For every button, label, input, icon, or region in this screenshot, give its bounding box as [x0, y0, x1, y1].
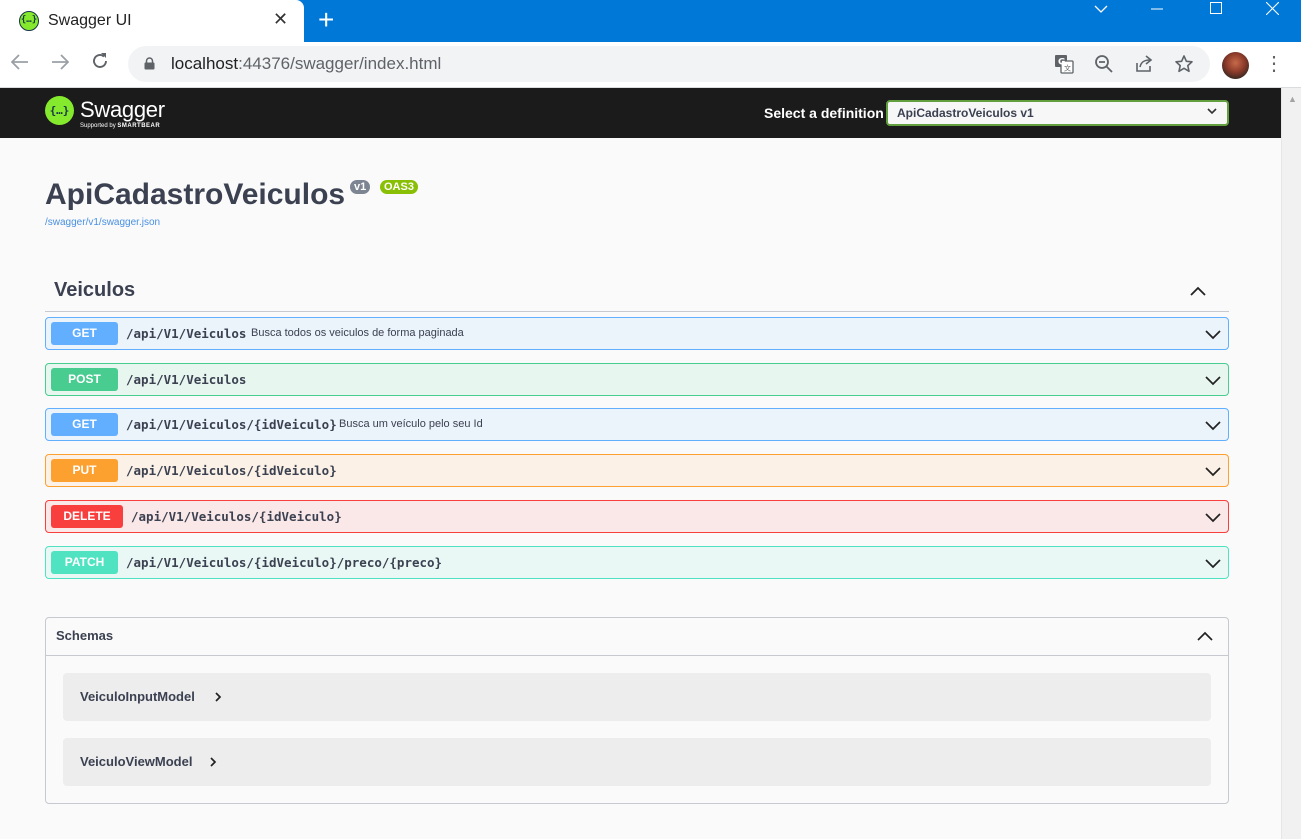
- model-veiculo-view[interactable]: VeiculoViewModel: [63, 738, 1211, 786]
- operation-path: /api/V1/Veiculos: [126, 372, 247, 387]
- minimize-icon[interactable]: [1134, 0, 1180, 30]
- operation-path: /api/V1/Veiculos/{idVeiculo}: [126, 417, 337, 432]
- zoom-out-icon[interactable]: [1093, 54, 1115, 76]
- scroll-up-arrow-icon[interactable]: ▲: [1288, 94, 1297, 104]
- operation-put-veiculo[interactable]: PUT /api/V1/Veiculos/{idVeiculo}: [45, 454, 1229, 487]
- swagger-logo-icon[interactable]: {…}: [45, 96, 74, 125]
- method-badge: PATCH: [51, 551, 118, 574]
- schemas-header[interactable]: Schemas: [46, 618, 1228, 656]
- chevron-down-icon: [1207, 108, 1217, 115]
- share-icon[interactable]: [1133, 54, 1155, 76]
- schemas-section: Schemas VeiculoInputModel VeiculoViewMod…: [45, 617, 1229, 804]
- oas-badge: OAS3: [380, 180, 418, 194]
- definition-select[interactable]: ApiCadastroVeiculos v1: [886, 100, 1229, 126]
- chevron-right-icon: [215, 692, 222, 702]
- tag-divider: [45, 311, 1229, 312]
- chevron-right-icon: [210, 757, 217, 767]
- browser-tab[interactable]: {…} Swagger UI ✕: [0, 0, 304, 42]
- swagger-logo-subtitle: Supported by SMARTBEAR: [80, 123, 161, 129]
- tag-title[interactable]: Veiculos: [54, 279, 135, 302]
- definition-select-value: ApiCadastroVeiculos v1: [897, 106, 1034, 120]
- bookmark-star-icon[interactable]: [1173, 54, 1195, 76]
- swagger-logo-text[interactable]: Swagger: [80, 97, 165, 123]
- lock-icon: [144, 57, 155, 70]
- browser-toolbar: localhost:44376/swagger/index.html G文 ⋮: [0, 42, 1301, 88]
- chevron-up-icon[interactable]: [1196, 628, 1214, 646]
- operation-summary: Busca um veículo pelo seu Id: [339, 418, 483, 430]
- operation-delete-veiculo[interactable]: DELETE /api/V1/Veiculos/{idVeiculo}: [45, 500, 1229, 533]
- chevron-down-icon: [1205, 376, 1221, 386]
- vertical-scrollbar[interactable]: ▲: [1281, 88, 1301, 839]
- chevron-down-icon: [1205, 559, 1221, 569]
- url-text: localhost:44376/swagger/index.html: [171, 54, 442, 73]
- reload-icon[interactable]: [86, 50, 114, 78]
- swagger-topbar: {…} Swagger Supported by SMARTBEAR Selec…: [0, 88, 1281, 138]
- operation-path: /api/V1/Veiculos/{idVeiculo}/preco/{prec…: [126, 555, 443, 570]
- swagger-favicon-icon: {…}: [19, 11, 39, 31]
- chevron-down-icon: [1205, 330, 1221, 340]
- close-tab-icon[interactable]: ✕: [273, 9, 288, 30]
- maximize-icon[interactable]: [1193, 0, 1239, 30]
- operation-path: /api/V1/Veiculos: [126, 326, 247, 341]
- page-viewport: {…} Swagger Supported by SMARTBEAR Selec…: [0, 88, 1281, 839]
- model-veiculo-input[interactable]: VeiculoInputModel: [63, 673, 1211, 721]
- address-bar[interactable]: localhost:44376/swagger/index.html G文: [128, 46, 1210, 82]
- chevron-down-icon: [1205, 421, 1221, 431]
- new-tab-plus-icon[interactable]: +: [318, 4, 334, 36]
- translate-icon[interactable]: G文: [1053, 54, 1075, 76]
- version-badge: v1: [350, 180, 371, 194]
- method-badge: POST: [51, 368, 118, 391]
- spec-json-link[interactable]: /swagger/v1/swagger.json: [45, 217, 160, 228]
- model-name: VeiculoInputModel: [80, 689, 195, 704]
- kebab-menu-icon[interactable]: ⋮: [1264, 52, 1284, 78]
- model-name: VeiculoViewModel: [80, 754, 193, 769]
- svg-text:文: 文: [1064, 64, 1071, 73]
- operation-get-veiculos[interactable]: GET /api/V1/Veiculos Busca todos os veic…: [45, 317, 1229, 350]
- schemas-title: Schemas: [56, 628, 114, 643]
- operation-get-veiculo-by-id[interactable]: GET /api/V1/Veiculos/{idVeiculo} Busca u…: [45, 408, 1229, 441]
- profile-avatar[interactable]: [1222, 52, 1249, 79]
- definition-label: Select a definition: [764, 105, 884, 121]
- chevron-down-icon: [1205, 513, 1221, 523]
- method-badge: GET: [51, 413, 118, 436]
- method-badge: PUT: [51, 459, 118, 482]
- window-close-icon[interactable]: [1249, 0, 1295, 30]
- operation-post-veiculos[interactable]: POST /api/V1/Veiculos: [45, 363, 1229, 396]
- api-title: ApiCadastroVeiculos: [45, 178, 346, 211]
- tab-search-chevron-icon[interactable]: [1078, 0, 1124, 30]
- back-arrow-icon[interactable]: [6, 50, 34, 78]
- browser-titlebar: {…} Swagger UI ✕ +: [0, 0, 1301, 42]
- chevron-up-icon[interactable]: [1188, 281, 1208, 301]
- operation-summary: Busca todos os veiculos de forma paginad…: [251, 327, 464, 339]
- operation-path: /api/V1/Veiculos/{idVeiculo}: [126, 463, 337, 478]
- operation-path: /api/V1/Veiculos/{idVeiculo}: [131, 509, 342, 524]
- chevron-down-icon: [1205, 467, 1221, 477]
- method-badge: GET: [51, 322, 118, 345]
- forward-arrow-icon[interactable]: [46, 50, 74, 78]
- method-badge: DELETE: [51, 505, 123, 528]
- operation-patch-preco[interactable]: PATCH /api/V1/Veiculos/{idVeiculo}/preco…: [45, 546, 1229, 579]
- tab-title: Swagger UI: [48, 12, 132, 29]
